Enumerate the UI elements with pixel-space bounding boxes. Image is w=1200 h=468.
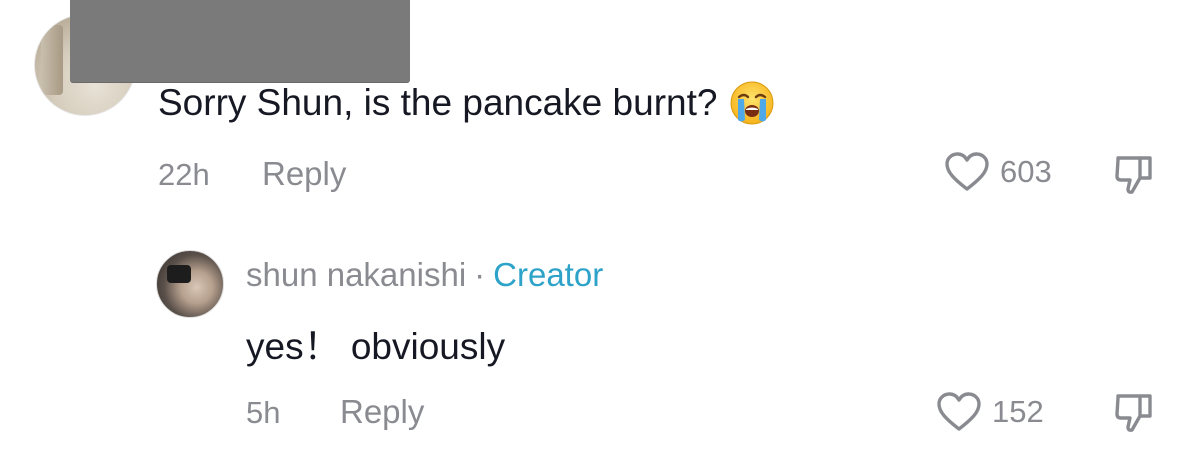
username[interactable]: shun nakanishi xyxy=(246,256,466,293)
heart-outline-icon xyxy=(936,391,982,433)
loudly-crying-face-emoji-icon xyxy=(729,80,775,126)
reply-author: shun nakanishi · Creator xyxy=(246,256,603,294)
comment-text: Sorry Shun, is the pancake burnt? xyxy=(158,82,718,123)
reply-like-count: 152 xyxy=(992,394,1044,429)
comments-screen: Sorry Shun, is the pancake burnt? 22h Re… xyxy=(0,0,1200,468)
reply-reply-button[interactable]: Reply xyxy=(340,393,424,431)
thumbs-down-outline-icon xyxy=(1112,394,1156,438)
heart-outline-icon xyxy=(944,151,990,193)
reply-like-button[interactable]: 152 xyxy=(936,391,1044,433)
dislike-button[interactable] xyxy=(1112,152,1156,201)
reply-button[interactable]: Reply xyxy=(262,155,346,193)
redaction-box xyxy=(70,0,410,82)
avatar-image-detail xyxy=(41,25,63,95)
like-button[interactable]: 603 xyxy=(944,151,1052,193)
comment-timestamp: 22h xyxy=(158,157,210,192)
like-count: 603 xyxy=(1000,154,1052,189)
thumbs-down-outline-icon xyxy=(1112,156,1156,200)
reply-dislike-button[interactable] xyxy=(1112,390,1156,439)
creator-avatar[interactable] xyxy=(156,250,224,318)
avatar-image-detail xyxy=(167,265,191,283)
reply-timestamp: 5h xyxy=(246,395,281,430)
creator-badge: Creator xyxy=(493,256,604,293)
comment-body: Sorry Shun, is the pancake burnt? xyxy=(158,80,775,126)
reply-body: yes！ obviously xyxy=(246,326,506,367)
separator-dot: · xyxy=(474,256,486,293)
